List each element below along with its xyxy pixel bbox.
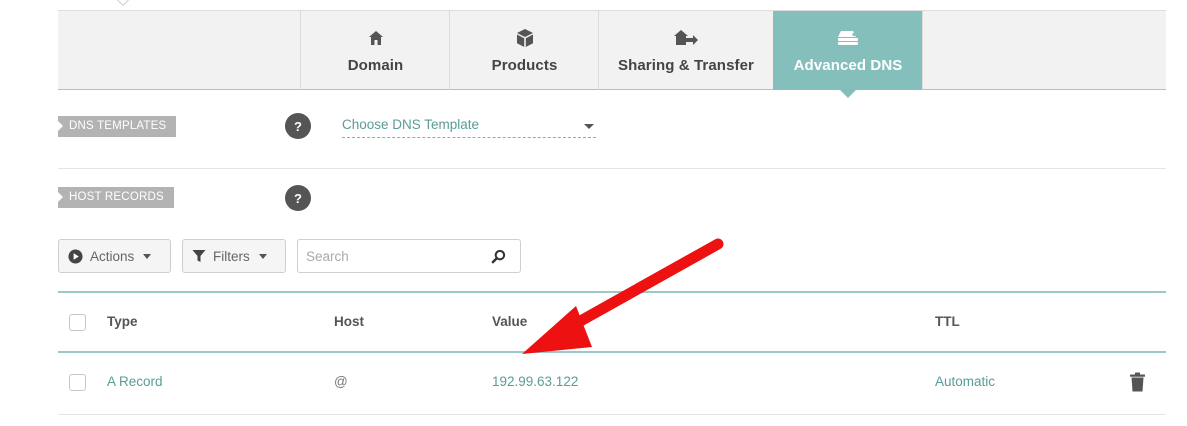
dns-templates-help-button[interactable]: ? xyxy=(285,113,311,139)
annotation-arrow-shaft xyxy=(562,238,724,334)
tab-advanced-dns[interactable]: Advanced DNS xyxy=(773,11,922,98)
chevron-down-icon xyxy=(584,124,594,129)
search-box xyxy=(297,239,521,273)
box-icon xyxy=(515,27,535,49)
search-input[interactable] xyxy=(306,240,486,272)
section-divider xyxy=(58,168,1166,169)
tab-label: Sharing & Transfer xyxy=(617,57,754,74)
filters-button-label: Filters xyxy=(213,248,250,264)
dns-template-select[interactable]: Choose DNS Template xyxy=(342,114,596,138)
host-records-help-button[interactable]: ? xyxy=(285,185,311,211)
filter-icon xyxy=(192,249,206,263)
record-host[interactable]: @ xyxy=(334,374,348,389)
record-ttl[interactable]: Automatic xyxy=(935,374,995,389)
table-header-border xyxy=(58,351,1166,353)
row-checkbox[interactable] xyxy=(69,374,86,391)
tab-sharing-transfer[interactable]: Sharing & Transfer xyxy=(598,11,773,90)
tab-label: Advanced DNS xyxy=(793,57,903,74)
host-records-label: HOST RECORDS xyxy=(58,187,174,208)
tab-divider xyxy=(922,11,923,90)
domain-tab-bar: Domain Products Sharing & Transfer Advan… xyxy=(58,10,1166,98)
help-icon: ? xyxy=(294,118,302,134)
server-icon xyxy=(836,27,860,49)
tab-domain[interactable]: Domain xyxy=(300,11,450,90)
column-header-ttl[interactable]: TTL xyxy=(935,314,960,329)
home-icon xyxy=(368,27,384,49)
column-header-host[interactable]: Host xyxy=(334,314,364,329)
column-header-value[interactable]: Value xyxy=(492,314,527,329)
actions-button[interactable]: Actions xyxy=(58,239,171,273)
actions-button-label: Actions xyxy=(90,248,135,264)
trash-icon[interactable] xyxy=(1129,372,1146,397)
tab-label: Products xyxy=(491,57,558,74)
dns-template-select-value: Choose DNS Template xyxy=(342,117,480,132)
select-all-checkbox[interactable] xyxy=(69,314,86,331)
tab-label: Domain xyxy=(347,57,404,74)
chevron-down-icon xyxy=(258,253,267,259)
annotation-arrow-head xyxy=(522,306,592,354)
record-value[interactable]: 192.99.63.122 xyxy=(492,374,578,389)
record-type[interactable]: A Record xyxy=(107,374,163,389)
dns-templates-label: DNS TEMPLATES xyxy=(58,116,177,137)
dropdown-caret-stub xyxy=(115,0,131,7)
filters-button[interactable]: Filters xyxy=(182,239,286,273)
table-row-divider xyxy=(58,414,1166,415)
search-icon[interactable] xyxy=(491,249,506,269)
tab-products[interactable]: Products xyxy=(449,11,599,90)
table-top-border xyxy=(58,291,1166,293)
column-header-type[interactable]: Type xyxy=(107,314,138,329)
chevron-down-icon xyxy=(143,253,152,259)
play-circle-icon xyxy=(68,248,83,264)
help-icon: ? xyxy=(294,190,302,206)
house-transfer-icon xyxy=(674,27,698,49)
